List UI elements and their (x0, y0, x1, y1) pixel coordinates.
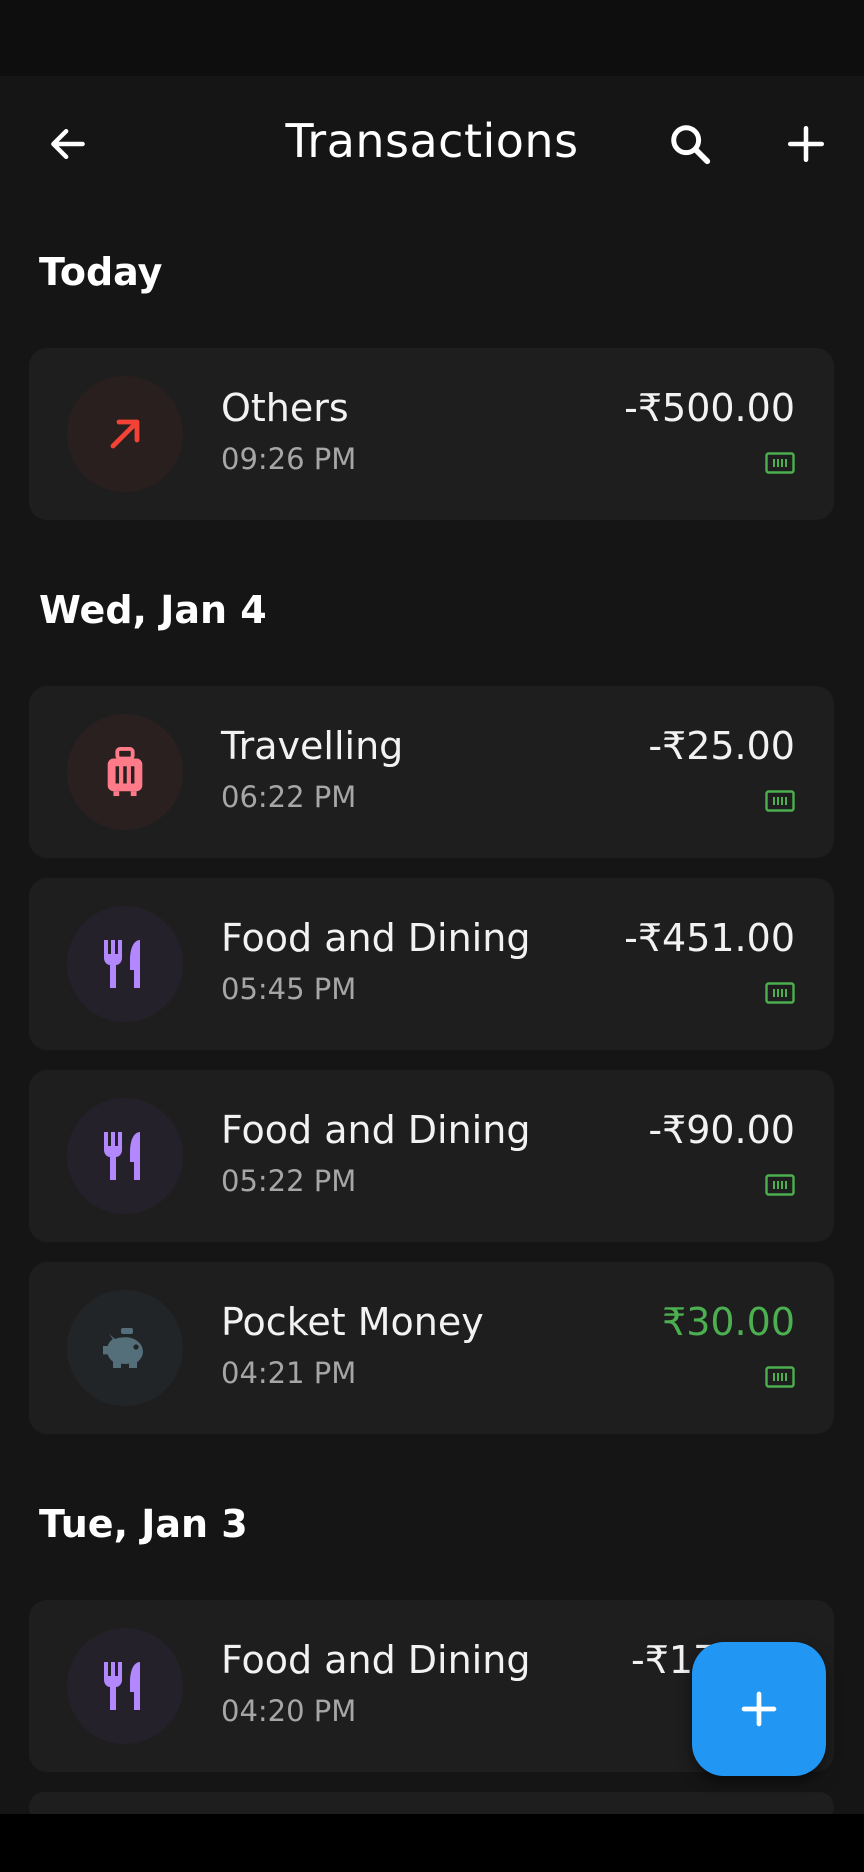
system-navigation-bar (0, 1814, 864, 1872)
fork-knife-icon (104, 1132, 140, 1180)
search-button[interactable] (654, 108, 726, 180)
app-bar: Transactions (0, 76, 864, 212)
arrow-up-right-icon (110, 419, 140, 449)
category-avatar (67, 1290, 183, 1406)
category-name: Travelling (221, 724, 404, 768)
transaction-card[interactable]: Others 09:26 PM -₹500.00 (29, 348, 834, 520)
piggy-bank-icon (103, 1328, 143, 1368)
transaction-card[interactable]: Food and Dining 05:45 PM -₹451.00 (29, 878, 834, 1050)
section-label-jan-4: Wed, Jan 4 (39, 588, 267, 632)
fork-knife-icon (104, 940, 140, 988)
status-bar (0, 0, 864, 76)
plus-icon (741, 1691, 777, 1727)
transaction-time: 09:26 PM (221, 442, 357, 476)
cash-icon (765, 982, 795, 1004)
category-name: Food and Dining (221, 1108, 531, 1152)
add-transaction-button[interactable] (770, 108, 842, 180)
category-avatar (67, 376, 183, 492)
transaction-amount: -₹451.00 (624, 916, 795, 960)
transaction-amount: -₹25.00 (648, 724, 795, 768)
luggage-icon (107, 747, 143, 797)
transaction-card[interactable]: Food and Dining 05:22 PM -₹90.00 (29, 1070, 834, 1242)
category-avatar (67, 906, 183, 1022)
transaction-time: 05:45 PM (221, 972, 357, 1006)
transaction-time: 06:22 PM (221, 780, 357, 814)
category-avatar (67, 1098, 183, 1214)
section-label-jan-3: Tue, Jan 3 (39, 1502, 248, 1546)
transaction-amount: ₹30.00 (662, 1300, 795, 1344)
add-transaction-fab[interactable] (692, 1642, 826, 1776)
transaction-time: 04:21 PM (221, 1356, 357, 1390)
transaction-card[interactable]: Pocket Money 04:21 PM ₹30.00 (29, 1262, 834, 1434)
transaction-amount: -₹500.00 (624, 386, 795, 430)
transaction-time: 05:22 PM (221, 1164, 357, 1198)
transaction-card[interactable]: Travelling 06:22 PM -₹25.00 (29, 686, 834, 858)
category-name: Others (221, 386, 349, 430)
section-label-today: Today (39, 250, 163, 294)
category-avatar (67, 714, 183, 830)
category-name: Pocket Money (221, 1300, 484, 1344)
page-title: Transactions (285, 114, 579, 168)
cash-icon (765, 1366, 795, 1388)
transaction-amount: -₹90.00 (648, 1108, 795, 1152)
transaction-time: 04:20 PM (221, 1694, 357, 1728)
cash-icon (765, 1174, 795, 1196)
category-name: Food and Dining (221, 1638, 531, 1682)
category-avatar (67, 1628, 183, 1744)
category-name: Food and Dining (221, 916, 531, 960)
fork-knife-icon (104, 1662, 140, 1710)
search-icon (671, 125, 711, 165)
cash-icon (765, 452, 795, 474)
cash-icon (765, 790, 795, 812)
plus-icon (787, 125, 825, 163)
